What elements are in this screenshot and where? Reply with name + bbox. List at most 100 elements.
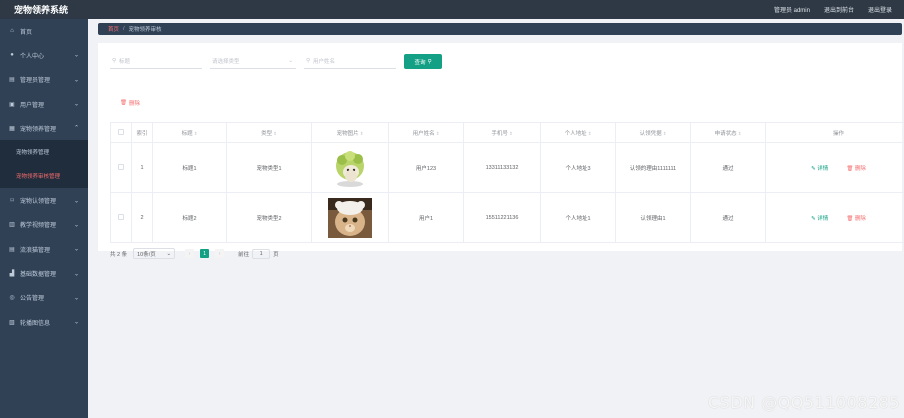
logout-link[interactable]: 退出登录 bbox=[868, 5, 892, 14]
sidebar-item-users[interactable]: ▣ 用户管理 ⌄ bbox=[0, 92, 88, 116]
goto-page-input[interactable]: 1 bbox=[252, 248, 271, 259]
row-select[interactable] bbox=[110, 192, 132, 243]
row-checkbox[interactable] bbox=[118, 163, 124, 170]
users-icon: ▣ bbox=[9, 101, 15, 108]
header-type[interactable]: 类型⇕ bbox=[226, 122, 312, 143]
sidebar-item-profile[interactable]: ● 个人中心 ⌄ bbox=[0, 43, 88, 67]
header-user-label: 用户姓名 bbox=[412, 130, 435, 137]
sidebar-item-adoption[interactable]: ▦ 宠物领养管理 ⌃ bbox=[0, 116, 88, 140]
pagination-total: 共 2 条 bbox=[110, 251, 128, 258]
claim-icon: ⌑ bbox=[10, 198, 14, 205]
header-address[interactable]: 个人地址⇕ bbox=[540, 122, 616, 143]
header-select-all[interactable] bbox=[110, 122, 132, 143]
pet-image-2[interactable] bbox=[328, 197, 372, 238]
header-title-label: 标题 bbox=[181, 130, 193, 137]
top-bar: 宠物领养系统 管理员 admin 退出到前台 退出登录 bbox=[0, 0, 904, 19]
trash-icon: 🗑 bbox=[846, 165, 854, 172]
sidebar-item-base-data[interactable]: ▟ 基础数据管理 ⌄ bbox=[0, 261, 88, 285]
search-icon: ⚲ bbox=[427, 58, 432, 65]
type-select[interactable]: 请选择类型 ⌄ bbox=[210, 55, 296, 69]
sort-icon[interactable]: ⇕ bbox=[360, 131, 364, 136]
title-search-placeholder: 标题 bbox=[119, 59, 131, 65]
sidebar-item-label: 流浪猫管理 bbox=[20, 247, 51, 254]
chevron-down-icon: ⌄ bbox=[288, 58, 293, 64]
submenu-item-adoption-review[interactable]: 宠物领养审核管理 bbox=[0, 164, 88, 188]
sidebar-item-label: 轮播图信息 bbox=[20, 320, 51, 327]
delete-button[interactable]: 🗑 删除 bbox=[846, 164, 866, 172]
select-all-checkbox[interactable] bbox=[118, 128, 124, 135]
search-button-label: 查询 bbox=[414, 59, 426, 66]
sidebar-item-notices[interactable]: ◎ 公告管理 ⌄ bbox=[0, 286, 88, 310]
sort-icon[interactable]: ⇕ bbox=[509, 131, 513, 136]
detail-button-label: 详情 bbox=[817, 215, 829, 222]
header-image-label: 宠物图片 bbox=[336, 130, 359, 137]
delete-button[interactable]: 🗑 删除 bbox=[846, 214, 866, 222]
cell-type: 宠物类型1 bbox=[226, 142, 312, 193]
cell-address: 个人地址1 bbox=[540, 192, 616, 243]
user-icon: ● bbox=[10, 52, 14, 59]
cell-type: 宠物类型2 bbox=[226, 192, 312, 243]
cell-user: 用户123 bbox=[388, 142, 464, 193]
header-image[interactable]: 宠物图片⇕ bbox=[311, 122, 389, 143]
header-title[interactable]: 标题⇕ bbox=[152, 122, 227, 143]
page-size-select[interactable]: 10条/页 ⌄ bbox=[133, 248, 176, 259]
sort-icon[interactable]: ⇕ bbox=[436, 131, 440, 136]
cell-index: 2 bbox=[131, 192, 153, 243]
sidebar-item-claim[interactable]: ⌑ 宠物认领管理 ⌄ bbox=[0, 188, 88, 212]
title-search-input[interactable]: ⚲ 标题 bbox=[110, 55, 202, 69]
next-page-button[interactable]: › bbox=[215, 249, 225, 258]
pet-image-1[interactable] bbox=[328, 147, 372, 188]
row-checkbox[interactable] bbox=[118, 213, 124, 220]
sort-icon[interactable]: ⇕ bbox=[663, 131, 667, 136]
search-icon: ⚲ bbox=[306, 58, 311, 64]
page-number-current[interactable]: 1 bbox=[200, 249, 210, 258]
trash-icon: 🗑 bbox=[846, 215, 854, 222]
breadcrumb-current: 宠物领养审核 bbox=[128, 27, 162, 33]
search-bar: ⚲ 标题 请选择类型 ⌄ ⚲ 用户姓名 查询 ⚲ bbox=[110, 54, 442, 69]
detail-button[interactable]: ✎ 详情 bbox=[811, 214, 828, 222]
header-phone[interactable]: 手机号⇕ bbox=[463, 122, 541, 143]
header-user[interactable]: 用户姓名⇕ bbox=[388, 122, 464, 143]
sidebar-item-admins[interactable]: ▤ 管理员管理 ⌄ bbox=[0, 68, 88, 92]
sort-icon[interactable]: ⇕ bbox=[273, 131, 277, 136]
table-row: 1 标题1 宠物类型1 用户123 13311133132 个人地址3 认领的理… bbox=[110, 142, 904, 193]
prev-page-button[interactable]: ‹ bbox=[185, 249, 195, 258]
submenu-item-adoption[interactable]: 宠物领养管理 bbox=[0, 140, 88, 164]
header-reason[interactable]: 认领凭据⇕ bbox=[615, 122, 691, 143]
chevron-down-icon: ⌄ bbox=[73, 319, 79, 326]
sidebar-item-carousel[interactable]: ▧ 轮播图信息 ⌄ bbox=[0, 310, 88, 334]
detail-button[interactable]: ✎ 详情 bbox=[811, 164, 828, 172]
sidebar-item-home[interactable]: ⌂ 首页 bbox=[0, 19, 88, 43]
header-status[interactable]: 申请状态⇕ bbox=[690, 122, 766, 143]
top-bar-links: 管理员 admin 退出到前台 退出登录 bbox=[774, 5, 904, 14]
header-type-label: 类型 bbox=[261, 130, 273, 137]
sidebar-item-label: 管理员管理 bbox=[20, 78, 51, 85]
breadcrumb-home[interactable]: 首页 bbox=[108, 25, 119, 33]
header-status-label: 申请状态 bbox=[714, 130, 737, 137]
header-address-label: 个人地址 bbox=[564, 130, 587, 137]
sort-icon[interactable]: ⇕ bbox=[588, 131, 592, 136]
sidebar-item-videos[interactable]: ▥ 教学视频管理 ⌄ bbox=[0, 213, 88, 237]
video-icon: ▥ bbox=[9, 222, 15, 229]
adoption-submenu: 宠物领养管理 宠物领养审核管理 bbox=[0, 140, 88, 189]
sidebar-item-stray-cats[interactable]: ▤ 流浪猫管理 ⌄ bbox=[0, 237, 88, 261]
chevron-down-icon: ⌄ bbox=[73, 77, 79, 84]
cell-phone: 15511221136 bbox=[463, 192, 541, 243]
batch-delete-button[interactable]: 🗑 删除 bbox=[120, 99, 140, 107]
goto-page: 前往 1 页 bbox=[238, 248, 279, 259]
search-icon: ⚲ bbox=[112, 58, 117, 64]
chevron-down-icon: ⌄ bbox=[73, 222, 79, 229]
back-to-front-link[interactable]: 退出到前台 bbox=[824, 5, 854, 14]
home-icon: ⌂ bbox=[10, 28, 14, 35]
sort-icon[interactable]: ⇕ bbox=[738, 131, 742, 136]
edit-icon: ✎ bbox=[811, 165, 816, 172]
row-select[interactable] bbox=[110, 142, 132, 193]
sort-icon[interactable]: ⇕ bbox=[194, 131, 198, 136]
admin-icon: ▤ bbox=[9, 77, 15, 84]
cell-image bbox=[311, 192, 389, 243]
sidebar: ⌂ 首页 ● 个人中心 ⌄ ▤ 管理员管理 ⌄ ▣ 用户管理 ⌄ ▦ 宠物领养管… bbox=[0, 19, 88, 418]
user-search-input[interactable]: ⚲ 用户姓名 bbox=[304, 55, 396, 69]
sidebar-item-label: 基础数据管理 bbox=[20, 272, 57, 279]
search-button[interactable]: 查询 ⚲ bbox=[404, 54, 442, 69]
content-card: ⚲ 标题 请选择类型 ⌄ ⚲ 用户姓名 查询 ⚲ 🗑 删除 索引 标题⇕ 类型⇕… bbox=[98, 43, 904, 259]
